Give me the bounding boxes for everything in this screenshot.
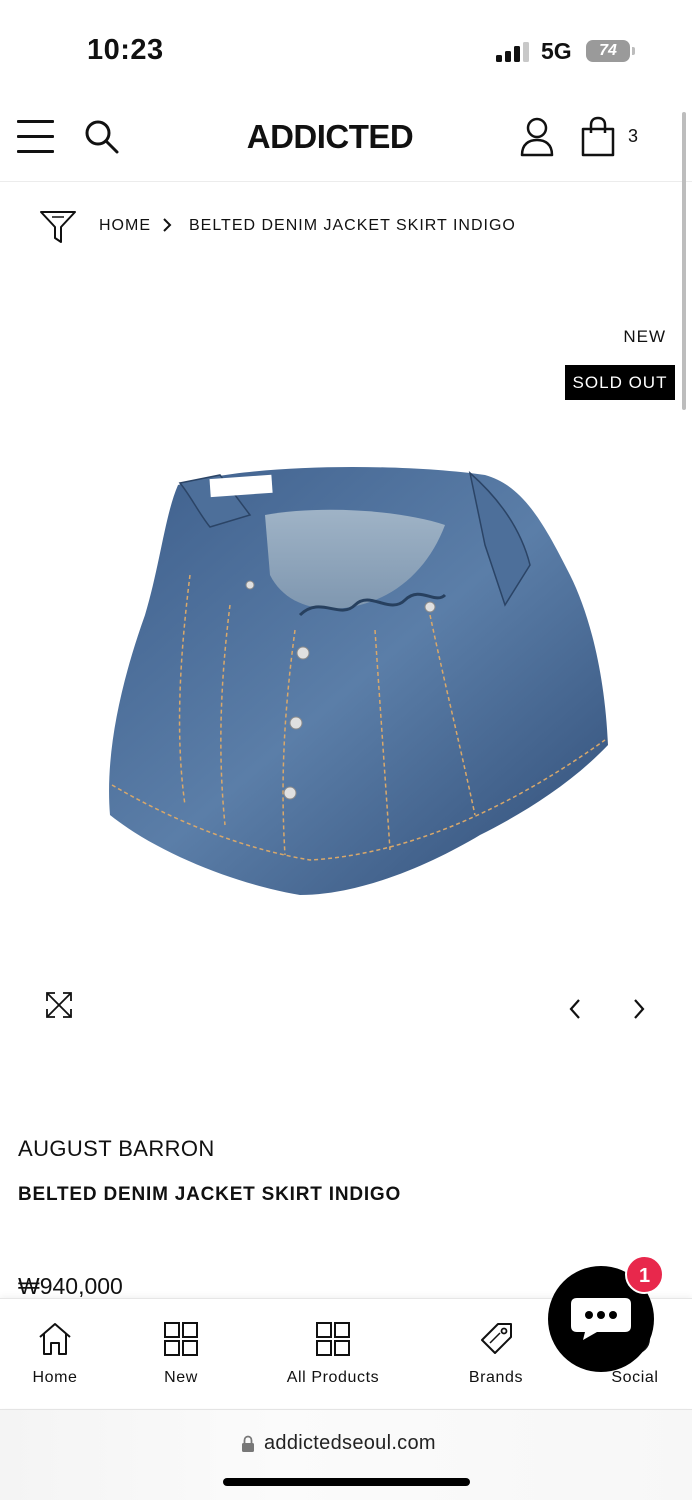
home-indicator[interactable] (223, 1478, 470, 1486)
cart-count[interactable]: 3 (628, 126, 638, 147)
nav-brands[interactable]: Brands (441, 1321, 551, 1401)
product-price: ₩940,000 (18, 1273, 123, 1299)
breadcrumb-home-link[interactable]: HOME (99, 217, 151, 235)
grid-icon (316, 1322, 350, 1356)
battery-cap (632, 47, 635, 55)
product-brand[interactable]: AUGUST BARRON (18, 1136, 215, 1162)
battery-level: 74 (599, 42, 617, 59)
cellular-signal-icon (496, 42, 529, 62)
chat-bubble-icon (571, 1298, 631, 1340)
account-icon[interactable] (518, 117, 556, 157)
search-icon[interactable] (83, 118, 121, 156)
denim-jacket-skirt-image[interactable] (100, 455, 615, 905)
nav-home[interactable]: Home (0, 1321, 110, 1401)
nav-all-products-label: All Products (286, 1369, 380, 1386)
nav-all-products[interactable]: All Products (278, 1321, 388, 1401)
home-icon (39, 1323, 71, 1355)
status-bar: 10:23 5G 74 (0, 0, 692, 100)
menu-icon[interactable] (17, 120, 54, 153)
product-title: BELTED DENIM JACKET SKIRT INDIGO (18, 1184, 402, 1205)
lock-icon (242, 1435, 254, 1452)
new-badge: NEW (623, 327, 666, 346)
expand-icon[interactable] (44, 990, 74, 1020)
network-type: 5G (541, 38, 572, 64)
battery-icon: 74 (586, 40, 630, 62)
breadcrumb-current: BELTED DENIM JACKET SKIRT INDIGO (189, 217, 516, 234)
filter-icon[interactable] (38, 207, 78, 247)
shopping-bag-icon[interactable] (578, 116, 618, 158)
sold-out-badge: SOLD OUT (565, 365, 675, 400)
nav-new[interactable]: New (126, 1321, 236, 1401)
nav-brands-label: Brands (468, 1369, 524, 1386)
tag-icon (481, 1323, 512, 1354)
breadcrumb: HOME BELTED DENIM JACKET SKIRT INDIGO (38, 207, 658, 247)
chevron-left-icon[interactable] (563, 994, 587, 1024)
nav-home-label: Home (32, 1369, 78, 1386)
chevron-right-icon[interactable] (627, 994, 651, 1024)
site-header: ADDICTED 3 (0, 100, 692, 182)
browser-url-bar[interactable]: addictedseoul.com (0, 1409, 692, 1500)
chat-unread-badge: 1 (625, 1255, 664, 1294)
grid-icon (164, 1322, 198, 1356)
chevron-right-icon (163, 218, 172, 232)
status-time: 10:23 (87, 34, 164, 66)
nav-new-label: New (164, 1369, 198, 1386)
page-scrollbar[interactable] (682, 112, 686, 410)
site-logo[interactable]: ADDICTED (200, 118, 460, 156)
url-text[interactable]: addictedseoul.com (264, 1432, 436, 1455)
